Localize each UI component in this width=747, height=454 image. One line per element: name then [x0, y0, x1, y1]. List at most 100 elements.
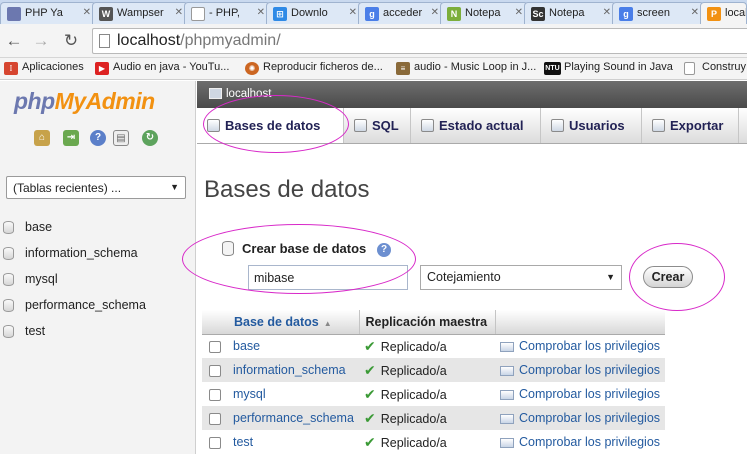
tab-users[interactable]: Usuarios — [541, 108, 642, 143]
header-replication: Replicación maestra — [358, 310, 496, 335]
bookmark-item[interactable]: ✺ Reproducir ficheros de... — [245, 61, 383, 75]
docs-icon[interactable]: ▤ — [113, 130, 129, 146]
browser-tab[interactable]: ⊞ Downlo ✕ — [266, 2, 362, 24]
table-header-row: Base de datos ▲ Replicación maestra — [202, 310, 666, 335]
flame-icon: ✺ — [245, 62, 259, 75]
tab-sql[interactable]: SQL — [344, 108, 411, 143]
sidebar-database-item[interactable]: base — [0, 216, 196, 242]
browser-tab[interactable]: Sc Notepa ✕ — [524, 2, 616, 24]
replication-status: Replicado/a — [380, 435, 447, 450]
row-checkbox[interactable] — [209, 340, 221, 353]
breadcrumb-server[interactable]: localhost — [226, 88, 271, 100]
sidebar-database-item[interactable]: mysql — [0, 268, 196, 294]
browser-tab-title: - PHP, — [209, 7, 240, 19]
close-icon[interactable]: ✕ — [349, 7, 357, 18]
row-checkbox[interactable] — [209, 364, 221, 377]
collation-select[interactable]: Cotejamiento ▼ — [420, 265, 622, 290]
browser-tab-active[interactable]: P local — [700, 2, 747, 24]
phpmyadmin-logo[interactable]: phpMyAdmin — [14, 88, 155, 115]
close-icon[interactable]: ✕ — [515, 7, 523, 18]
row-checkbox[interactable] — [209, 412, 221, 425]
database-name-link[interactable]: test — [228, 430, 359, 454]
notepad-tab-icon: N — [447, 7, 461, 21]
create-database-button[interactable]: Crear — [643, 266, 693, 288]
browser-tab[interactable]: PHP Ya ✕ — [0, 2, 96, 24]
wamp-tab-icon: W — [99, 7, 113, 21]
main-panel: localhost Bases de datos SQL Estado actu… — [197, 81, 747, 454]
header-privileges — [495, 310, 666, 335]
browser-tab[interactable]: - PHP, ✕ — [184, 2, 270, 24]
replication-status: Replicado/a — [380, 387, 447, 402]
header-database-label: Base de datos — [234, 314, 319, 329]
users-icon — [551, 119, 564, 132]
browser-tab[interactable]: g acceder ✕ — [358, 2, 444, 24]
database-name-input[interactable] — [248, 265, 408, 290]
sidebar-database-item[interactable]: test — [0, 320, 196, 346]
refresh-icon[interactable]: ↻ — [142, 130, 158, 146]
close-icon[interactable]: ✕ — [257, 7, 265, 18]
header-database-name[interactable]: Base de datos ▲ — [228, 310, 359, 335]
bookmark-label: audio - Music Loop in J... — [414, 61, 537, 73]
close-icon[interactable]: ✕ — [603, 7, 611, 18]
sidebar-database-item[interactable]: performance_schema — [0, 294, 196, 320]
check-privileges-link[interactable]: Comprobar los privilegios — [495, 382, 666, 406]
forward-icon[interactable]: → — [30, 30, 52, 52]
check-icon: ✔ — [364, 361, 376, 378]
browser-tab[interactable]: N Notepa ✕ — [440, 2, 528, 24]
row-checkbox[interactable] — [209, 388, 221, 401]
tab-databases[interactable]: Bases de datos — [197, 108, 344, 143]
database-name-link[interactable]: mysql — [228, 382, 359, 406]
browser-tab[interactable]: W Wampser ✕ — [92, 2, 188, 24]
bookmark-label: Playing Sound in Java — [564, 61, 673, 73]
check-privileges-link[interactable]: Comprobar los privilegios — [495, 334, 666, 358]
sidebar-database-label: mysql — [25, 272, 58, 286]
url-field[interactable]: localhost/phpmyadmin/ — [92, 28, 747, 54]
privileges-label: Comprobar los privilegios — [519, 387, 661, 401]
page-icon — [99, 34, 110, 48]
database-icon — [3, 247, 14, 260]
reload-icon[interactable]: ↻ — [60, 30, 82, 52]
browser-tab-title: local — [725, 7, 747, 19]
back-icon[interactable]: ← — [3, 30, 25, 52]
replication-status: Replicado/a — [380, 339, 447, 354]
close-icon[interactable]: ✕ — [691, 7, 699, 18]
browser-tab[interactable]: g screen ✕ — [612, 2, 704, 24]
google-tab-icon: g — [619, 7, 633, 21]
sidebar-database-item[interactable]: information_schema — [0, 242, 196, 268]
privileges-label: Comprobar los privilegios — [519, 435, 661, 449]
chevron-down-icon: ▼ — [170, 182, 179, 192]
logout-icon[interactable]: ⇥ — [63, 130, 79, 146]
database-name-link[interactable]: performance_schema — [228, 406, 359, 430]
check-privileges-link[interactable]: Comprobar los privilegios — [495, 358, 666, 382]
bookmark-item[interactable]: ≡ audio - Music Loop in J... — [396, 61, 537, 75]
logo-myadmin: MyAdmin — [54, 88, 156, 114]
row-checkbox[interactable] — [209, 436, 221, 449]
bookmark-label: Construy — [702, 61, 747, 73]
bookmark-apps[interactable]: ⁞ Aplicaciones — [4, 61, 84, 75]
replication-cell: ✔ Replicado/a — [359, 430, 495, 454]
row-checkbox-cell — [202, 334, 228, 358]
check-privileges-link[interactable]: Comprobar los privilegios — [495, 406, 666, 430]
home-icon[interactable]: ⌂ — [34, 130, 50, 146]
row-checkbox-cell — [202, 406, 228, 430]
bookmarks-bar: ⁞ Aplicaciones ▶ Audio en java - YouTu..… — [0, 58, 747, 80]
privileges-label: Comprobar los privilegios — [519, 339, 661, 354]
close-icon[interactable]: ✕ — [83, 7, 91, 18]
tab-export[interactable]: Exportar — [642, 108, 739, 143]
browser-tab-title: Wampser — [117, 7, 164, 19]
bookmark-item[interactable]: NTU Playing Sound in Java — [544, 61, 673, 75]
close-icon[interactable]: ✕ — [175, 7, 183, 18]
bookmark-item[interactable]: ▶ Audio en java - YouTu... — [95, 61, 229, 75]
browser-tab-bar: PHP Ya ✕ W Wampser ✕ - PHP, ✕ ⊞ Downlo ✕… — [0, 0, 747, 24]
bookmark-item[interactable]: Construy — [684, 61, 747, 75]
database-name-link[interactable]: information_schema — [228, 358, 359, 382]
tab-status[interactable]: Estado actual — [411, 108, 541, 143]
browser-tab-title: Notepa — [465, 7, 501, 19]
help-icon[interactable]: ? — [90, 130, 106, 146]
help-icon[interactable]: ? — [377, 243, 391, 257]
check-privileges-link[interactable]: Comprobar los privilegios — [495, 430, 666, 454]
check-icon: ✔ — [364, 337, 376, 354]
database-name-link[interactable]: base — [228, 334, 359, 358]
close-icon[interactable]: ✕ — [431, 7, 439, 18]
recent-tables-select[interactable]: (Tablas recientes) ... ▼ — [6, 176, 186, 199]
